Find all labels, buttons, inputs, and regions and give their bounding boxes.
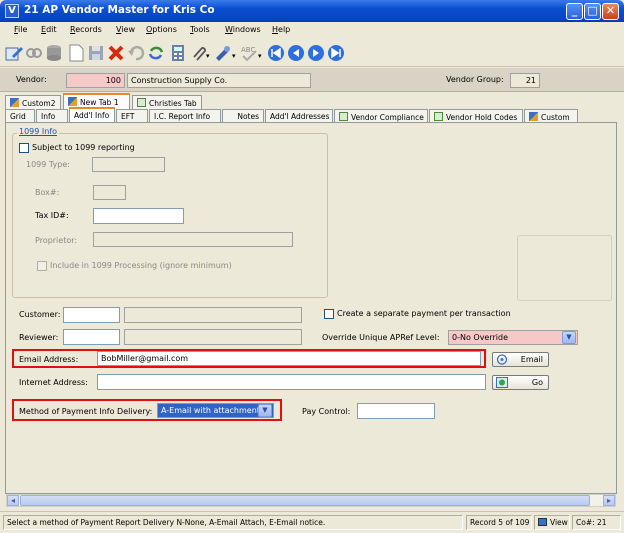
previous-record-icon[interactable] (286, 43, 306, 63)
chevron-down-icon[interactable]: ▼ (562, 331, 576, 344)
menu-help[interactable]: Help (272, 25, 290, 34)
horizontal-scrollbar[interactable]: ◂ ▸ (6, 494, 616, 507)
record-counter: Record 5 of 109 (466, 515, 532, 530)
addl-info-panel: 1099 Info Subject to 1099 reporting 1099… (5, 122, 617, 494)
people-icon (68, 97, 77, 106)
blank-panel (517, 235, 612, 301)
minimize-button[interactable]: _ (566, 3, 583, 20)
window-title: 21 AP Vendor Master for Kris Co (24, 4, 215, 16)
refresh-icon[interactable] (146, 43, 166, 63)
reviewer-name-field (124, 329, 302, 345)
menu-options[interactable]: Options (146, 25, 177, 34)
customer-name-field (124, 307, 302, 323)
tools-icon[interactable] (213, 43, 233, 63)
vendor-header: Vendor: 100 Construction Supply Co. Vend… (0, 68, 624, 92)
tab-christies[interactable]: Christies Tab (132, 95, 202, 110)
vendor-number-field[interactable]: 100 (66, 73, 125, 88)
tools-dropdown-icon[interactable]: ▾ (232, 52, 236, 60)
pay-control-label: Pay Control: (302, 407, 351, 416)
title-bar: V 21 AP Vendor Master for Kris Co _ □ ✕ (0, 0, 624, 22)
app-icon: V (5, 4, 19, 18)
spellcheck-dropdown-icon[interactable]: ▾ (258, 52, 262, 60)
menu-windows[interactable]: Windows (225, 25, 261, 34)
toolbar: ▾ ▾ ABC ▾ (0, 39, 624, 67)
last-record-icon[interactable] (326, 43, 346, 63)
people-icon (10, 98, 19, 107)
edit-icon[interactable] (4, 43, 24, 63)
attach-icon[interactable] (188, 43, 208, 63)
override-select[interactable]: 0-No Override ▼ (448, 330, 578, 345)
reviewer-label: Reviewer: (19, 333, 59, 342)
group-1099-title: 1099 Info (17, 127, 60, 136)
database-icon[interactable] (44, 43, 64, 63)
customer-label: Customer: (19, 310, 61, 319)
customer-field[interactable] (63, 307, 120, 323)
create-separate-checkbox[interactable] (324, 309, 334, 319)
vendor-group-label: Vendor Group: (446, 75, 504, 84)
override-label: Override Unique APRef Level: (322, 333, 440, 342)
method-label: Method of Payment Info Delivery: (19, 407, 153, 416)
type-1099-label: 1099 Type: (26, 160, 70, 169)
new-document-icon[interactable] (66, 43, 86, 63)
menu-tools[interactable]: Tools (190, 25, 210, 34)
menu-view[interactable]: View (116, 25, 135, 34)
company-indicator: Co#: 21 (572, 515, 621, 530)
status-message: Select a method of Payment Report Delive… (3, 515, 463, 530)
proprietor-label: Proprietor: (35, 236, 78, 245)
internet-label: Internet Address: (19, 378, 88, 387)
scroll-right-icon[interactable]: ▸ (603, 495, 615, 506)
go-button[interactable]: Go (492, 375, 549, 390)
vendor-group-field: 21 (510, 73, 540, 88)
box-field (93, 185, 126, 200)
monitor-icon (538, 518, 547, 526)
save-icon[interactable] (86, 43, 106, 63)
maximize-button[interactable]: □ (584, 3, 601, 20)
document-icon (339, 112, 348, 121)
next-record-icon[interactable] (306, 43, 326, 63)
email-button[interactable]: Email (492, 352, 549, 367)
subject-1099-label: Subject to 1099 reporting (32, 143, 135, 152)
pay-control-field[interactable] (357, 403, 435, 419)
reviewer-field[interactable] (63, 329, 120, 345)
attach-dropdown-icon[interactable]: ▾ (206, 52, 210, 60)
vendor-label: Vendor: (16, 75, 47, 84)
menu-bar: File Edit Records View Options Tools Win… (0, 22, 624, 39)
document-icon (434, 112, 443, 121)
proprietor-field (93, 232, 293, 247)
first-record-icon[interactable] (266, 43, 286, 63)
create-separate-label: Create a separate payment per transactio… (337, 309, 511, 318)
include-1099-label: Include in 1099 Processing (ignore minim… (50, 261, 232, 270)
menu-records[interactable]: Records (70, 25, 102, 34)
include-1099-checkbox[interactable] (37, 261, 47, 271)
chevron-down-icon[interactable]: ▼ (258, 404, 272, 417)
tab-custom2[interactable]: Custom2 (5, 95, 61, 110)
globe-icon (496, 377, 508, 388)
scroll-thumb[interactable] (20, 495, 590, 506)
subject-1099-checkbox[interactable] (19, 143, 29, 153)
box-label: Box#: (35, 188, 60, 197)
method-select[interactable]: A-Email with attachment ▼ (157, 403, 274, 418)
vendor-name-field: Construction Supply Co. (127, 73, 311, 88)
document-icon (137, 98, 146, 107)
spellcheck-icon[interactable]: ABC (239, 43, 259, 63)
calculator-icon[interactable] (168, 43, 188, 63)
scroll-left-icon[interactable]: ◂ (7, 495, 19, 506)
email-label: Email Address: (19, 355, 79, 364)
type-1099-field (92, 157, 165, 172)
link-icon[interactable] (24, 43, 44, 63)
menu-edit[interactable]: Edit (41, 25, 57, 34)
people-icon (529, 112, 538, 121)
undo-icon[interactable] (126, 43, 146, 63)
tax-id-field[interactable] (93, 208, 184, 224)
tab-row-1: Custom2 New Tab 1 Christies Tab (5, 93, 305, 110)
mode-indicator: View (534, 515, 570, 530)
email-icon (496, 354, 508, 365)
delete-icon[interactable] (106, 43, 126, 63)
menu-file[interactable]: File (14, 25, 27, 34)
internet-field[interactable] (97, 374, 486, 390)
email-field[interactable]: BobMiller@gmail.com (97, 351, 481, 366)
tax-id-label: Tax ID#: (35, 211, 69, 220)
close-button[interactable]: ✕ (602, 3, 619, 20)
status-bar: Select a method of Payment Report Delive… (0, 511, 624, 533)
